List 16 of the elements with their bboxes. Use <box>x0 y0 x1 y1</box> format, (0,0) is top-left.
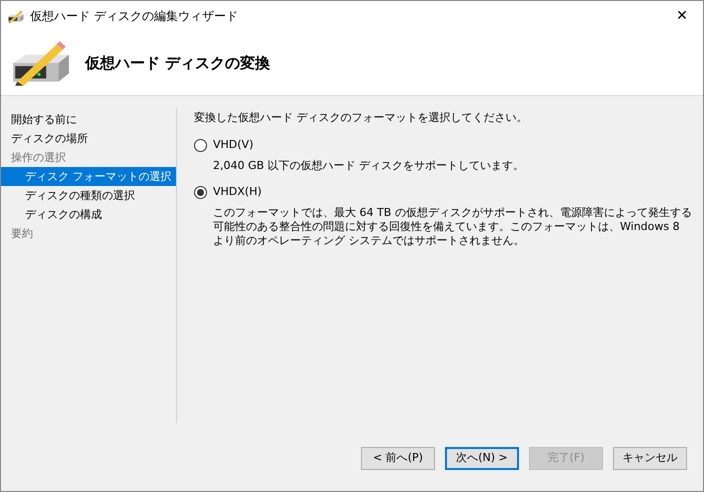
radio-button[interactable] <box>194 139 207 152</box>
disk-pencil-icon <box>7 10 24 22</box>
page-heading: 仮想ハード ディスクの変換 <box>85 52 270 74</box>
radio-button[interactable] <box>194 186 207 199</box>
radio-option[interactable]: VHDX(H) <box>194 182 694 202</box>
option-description: このフォーマットでは、最大 64 TB の仮想ディスクがサポートされ、電源障害によって発生する可能性のある整合性の問題に対する回復性を備えています。このフォーマットは、Windows 8 より前のオペレーティング システムではサポートされません。 <box>212 206 693 248</box>
wizard-button[interactable]: 次へ(N) > <box>445 446 519 470</box>
prompt-text: 変換した仮想ハード ディスクのフォーマットを選択してください。 <box>194 110 528 126</box>
radio-option[interactable]: VHD(V) <box>194 136 694 156</box>
option-description: 2,040 GB 以下の仮想ハード ディスクをサポートしています。 <box>212 158 526 172</box>
nav-item[interactable]: 開始する前に <box>1 110 176 129</box>
nav-item[interactable]: ディスクの場所 <box>1 129 176 148</box>
window-title: 仮想ハード ディスクの編集ウィザード <box>30 8 238 25</box>
wizard-button[interactable]: キャンセル <box>613 446 687 470</box>
close-button[interactable]: ✕ <box>667 3 697 29</box>
wizard-button[interactable]: < 前へ(P) <box>361 446 435 470</box>
